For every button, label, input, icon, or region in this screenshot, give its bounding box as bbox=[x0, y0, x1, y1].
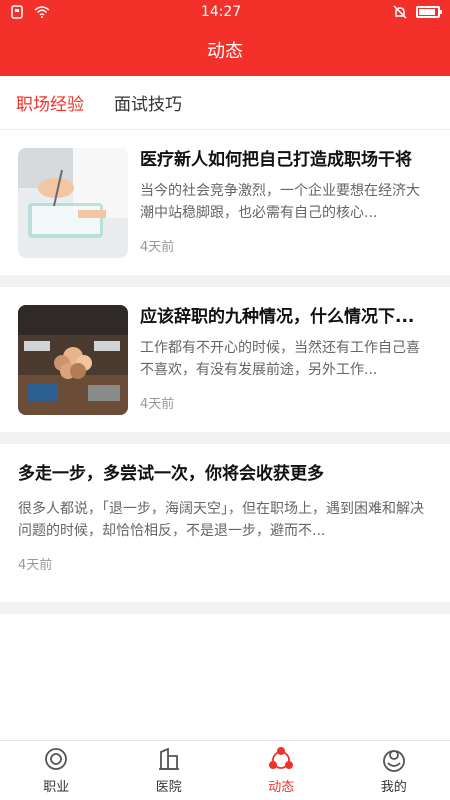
article-content: 医疗新人如何把自己打造成职场干将 当今的社会竞争激烈，一个企业要想在经济大潮中站… bbox=[140, 148, 432, 275]
article-time: 4天前 bbox=[140, 240, 175, 255]
nav-hospital-label: 医院 bbox=[155, 780, 182, 795]
nav-feed[interactable]: 动态 bbox=[225, 741, 337, 800]
status-bar: 14:27 bbox=[0, 0, 450, 24]
category-tabs: 职场经验 面试技巧 bbox=[0, 76, 450, 130]
article-title: 医疗新人如何把自己打造成职场干将 bbox=[140, 150, 412, 170]
status-right-icons bbox=[392, 4, 442, 20]
nav-profile-label: 我的 bbox=[380, 780, 407, 795]
article-feed: 医疗新人如何把自己打造成职场干将 当今的社会竞争激烈，一个企业要想在经济大潮中站… bbox=[0, 130, 450, 614]
article-summary: 当今的社会竞争激烈，一个企业要想在经济大潮中站稳脚跟，也必需有自己的核心... bbox=[140, 183, 420, 221]
article-card[interactable]: 医疗新人如何把自己打造成职场干将 当今的社会竞争激烈，一个企业要想在经济大潮中站… bbox=[0, 130, 450, 275]
mute-icon bbox=[392, 4, 408, 20]
article-title: 应该辞职的九种情况，什么情况下... bbox=[140, 307, 415, 327]
article-content: 应该辞职的九种情况，什么情况下... 工作都有不开心的时候，当然还有工作自己喜不… bbox=[140, 305, 432, 432]
medical-thumbnail bbox=[18, 148, 128, 258]
article-time: 4天前 bbox=[140, 397, 175, 412]
article-title: 多走一步，多尝试一次，你将会收获更多 bbox=[18, 464, 324, 484]
article-time: 4天前 bbox=[18, 558, 53, 573]
article-card[interactable]: 多走一步，多尝试一次，你将会收获更多 很多人都说，「退一步，海阔天空」，但在职场… bbox=[0, 444, 450, 602]
nav-career[interactable]: 职业 bbox=[0, 741, 112, 800]
hospital-icon bbox=[156, 746, 182, 772]
divider bbox=[0, 275, 450, 287]
bottom-navigation: 职业 医院 动态 我的 bbox=[0, 740, 450, 800]
page-title: 动态 bbox=[207, 41, 243, 62]
target-icon bbox=[43, 746, 69, 772]
status-time: 14:27 bbox=[200, 4, 242, 20]
wifi-icon bbox=[34, 4, 50, 20]
article-summary: 很多人都说，「退一步，海阔天空」，但在职场上，遇到困难和解决问题的时候，却恰恰相… bbox=[18, 501, 424, 539]
battery-icon bbox=[415, 6, 442, 18]
nav-profile[interactable]: 我的 bbox=[338, 741, 450, 800]
nav-hospital[interactable]: 医院 bbox=[113, 741, 225, 800]
status-left-icons bbox=[10, 4, 50, 20]
article-summary: 工作都有不开心的时候，当然还有工作自己喜不喜欢，有没有发展前途，另外工作... bbox=[140, 340, 420, 378]
page-title-bar: 动态 bbox=[0, 24, 450, 76]
team-fists-thumbnail bbox=[18, 305, 128, 415]
sim-icon bbox=[10, 4, 26, 20]
tab-career-experience[interactable]: 职场经验 bbox=[16, 76, 84, 129]
nav-feed-label: 动态 bbox=[268, 780, 295, 795]
user-icon bbox=[381, 746, 407, 772]
divider bbox=[0, 432, 450, 444]
nav-career-label: 职业 bbox=[43, 780, 70, 795]
network-icon bbox=[268, 746, 294, 772]
divider bbox=[0, 602, 450, 614]
tab-interview-tips[interactable]: 面试技巧 bbox=[114, 76, 182, 129]
article-card[interactable]: 应该辞职的九种情况，什么情况下... 工作都有不开心的时候，当然还有工作自己喜不… bbox=[0, 287, 450, 432]
